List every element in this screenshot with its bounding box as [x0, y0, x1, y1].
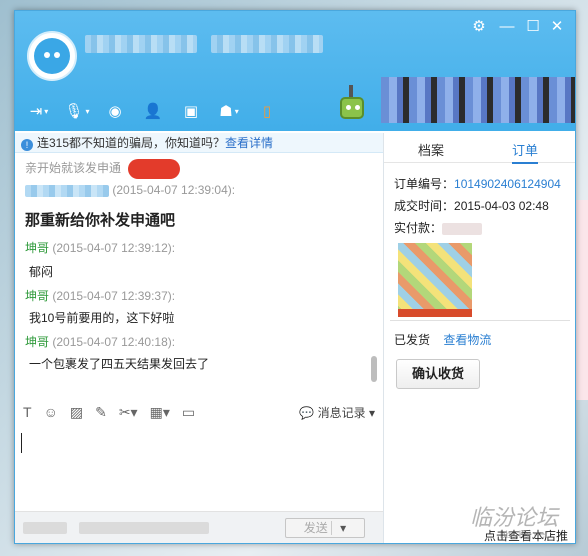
order-no-value[interactable]: 1014902406124904	[454, 177, 561, 191]
calculator-icon[interactable]: ▦▾	[150, 404, 170, 421]
deal-time-value: 2015-04-03 02:48	[454, 199, 549, 213]
deal-time-label: 成交时间：	[394, 199, 455, 213]
voice-call-icon[interactable]: 🎙 ▾	[61, 99, 93, 123]
video-icon[interactable]: ◉	[99, 99, 131, 123]
info-icon: !	[21, 139, 33, 151]
sender-blurred	[25, 184, 109, 197]
notice-bar: ! 连315都不知道的骗局，你知道吗？查看详情	[15, 133, 383, 153]
watermark-url: bbs.lfsj.net	[500, 530, 548, 541]
app-icon[interactable]: ☗ ▾	[213, 99, 245, 123]
message-meta: (2015-04-07 12:39:12):	[52, 241, 176, 255]
message-meta: (2015-04-07 12:40:18):	[52, 335, 176, 349]
message-text-big: 那重新给你补发申通吧	[25, 212, 176, 229]
contact-avatar[interactable]	[27, 31, 77, 81]
title-bar: ⚙ — ☐ ✕ ⇥ ▾ 🎙 ▾ ◉ 👤 ▣ ☗ ▾ ▯	[15, 11, 575, 131]
partial-message: 亲开始就该发申通	[25, 161, 122, 176]
send-button[interactable]: 发送 ▾	[285, 518, 365, 538]
screenshot-scissors-icon[interactable]: ✂▾	[119, 404, 138, 421]
paid-amount-blurred	[442, 222, 483, 235]
phone-icon[interactable]: ▯	[251, 99, 283, 123]
watermark-logo: 临汾论坛	[470, 506, 559, 531]
ad-banner-blurred[interactable]	[381, 77, 575, 123]
chat-toolbar: ⇥ ▾ 🎙 ▾ ◉ 👤 ▣ ☗ ▾ ▯	[23, 99, 283, 123]
order-status: 已发货	[394, 333, 431, 347]
contact-status-blurred	[211, 35, 323, 53]
notice-text: 连315都不知道的骗局，你知道吗？	[37, 136, 226, 150]
blurred-text	[23, 522, 67, 534]
minimize-icon[interactable]: —	[497, 17, 517, 37]
contact-name-blurred	[85, 35, 197, 53]
emoji-icon[interactable]: ☺	[44, 404, 58, 420]
notice-link[interactable]: 查看详情	[225, 136, 273, 150]
bottom-bar: 发送 ▾	[15, 511, 383, 543]
maximize-icon[interactable]: ☐	[523, 17, 543, 37]
sender-name: 坤哥	[25, 335, 50, 349]
send-label: 发送	[303, 521, 328, 535]
send-file-icon[interactable]: ⇥ ▾	[23, 99, 55, 123]
message-text: 郁闷	[29, 265, 54, 279]
chat-scrollbar[interactable]	[371, 356, 377, 382]
edit-icon[interactable]: ✎	[95, 404, 107, 421]
order-tabs: 档案 订单	[384, 133, 575, 164]
chat-window: ⚙ — ☐ ✕ ⇥ ▾ 🎙 ▾ ◉ 👤 ▣ ☗ ▾ ▯ ! 连315都不知道的骗局，你知…	[14, 10, 576, 544]
close-icon[interactable]: ✕	[547, 17, 567, 37]
confirm-receipt-button[interactable]: 确认收货	[396, 359, 480, 389]
product-thumbnail[interactable]	[398, 243, 472, 317]
message-meta: (2015-04-07 12:39:04):	[112, 183, 236, 197]
background-edge	[576, 200, 588, 400]
shop-icon[interactable]: ▭	[182, 404, 195, 421]
image-icon[interactable]: ▨	[70, 404, 83, 421]
message-text: 一个包裹发了四五天结果发回去了	[29, 357, 210, 371]
settings-gear-icon[interactable]: ⚙	[469, 17, 489, 37]
font-icon[interactable]: T	[23, 404, 32, 420]
add-contact-icon[interactable]: 👤	[137, 99, 169, 123]
order-no-label: 订单编号：	[394, 177, 455, 191]
editor-toolbar: T ☺ ▨ ✎ ✂▾ ▦▾ ▭ 💬 消息记录 ▾	[15, 399, 383, 425]
logistics-link[interactable]: 查看物流	[443, 333, 491, 347]
screen-share-icon[interactable]: ▣	[175, 99, 207, 123]
robot-mascot-icon[interactable]	[337, 85, 367, 121]
emoji-sticker	[128, 159, 181, 179]
blurred-text	[79, 522, 209, 534]
chat-history: 亲开始就该发申通 (2015-04-07 12:39:04): 那重新给你补发申…	[15, 153, 383, 393]
message-text: 我10号前要用的，这下好啦	[29, 311, 175, 325]
sender-name: 坤哥	[25, 241, 50, 255]
send-options-icon[interactable]: ▾	[331, 521, 347, 535]
order-panel: 档案 订单 订单编号：1014902406124904 成交时间：2015-04…	[383, 133, 575, 543]
tab-profile[interactable]: 档案	[418, 140, 444, 159]
tab-order[interactable]: 订单	[512, 140, 539, 164]
sender-name: 坤哥	[25, 289, 50, 303]
history-button[interactable]: 💬 消息记录 ▾	[299, 404, 375, 421]
history-label: 消息记录	[317, 406, 366, 420]
message-meta: (2015-04-07 12:39:37):	[52, 289, 176, 303]
paid-label: 实付款：	[394, 221, 443, 235]
